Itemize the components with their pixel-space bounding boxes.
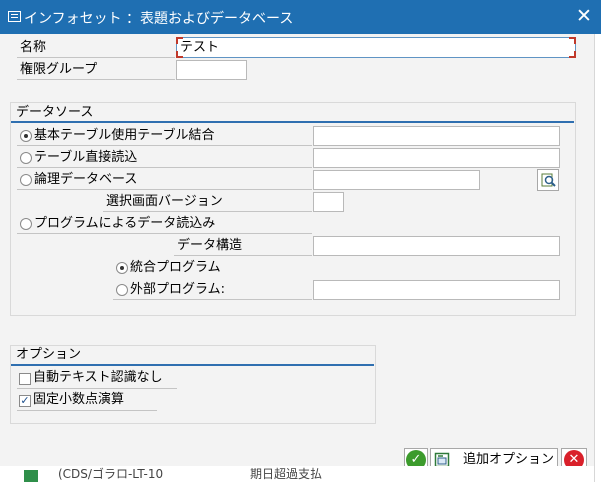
direct-table-input[interactable] [313,148,560,168]
focus-corner-tl [176,37,183,44]
data-structure-input[interactable] [313,236,560,256]
radio-direct-table-read[interactable] [20,152,32,164]
name-label: 名称 [20,40,47,55]
screen-version-input[interactable] [313,192,344,212]
name-input[interactable]: テスト [176,37,576,58]
focus-corner-tr [569,37,576,44]
radio-direct-table-read-label: テーブル直接読込 [34,150,138,165]
external-program-input[interactable] [313,280,560,300]
logical-database-input[interactable] [313,170,480,190]
radio-external-program-label: 外部プログラム: [130,282,225,297]
search-help-icon [541,173,556,187]
name-input-value: テスト [180,40,220,55]
options-title-underline [11,364,374,366]
checkbox-fixed-point[interactable]: ✓ [19,395,31,407]
radio-logical-database[interactable] [20,174,32,186]
auth-group-label: 権限グループ [20,62,98,77]
screen-version-label-cell: 選択画面バージョン [103,192,312,212]
search-help-button[interactable] [537,169,559,191]
background-row-icon [24,470,38,482]
dialog-title-bar: インフォセット ：表題およびデータベース ✕ [0,0,601,34]
background-window-edge [594,34,601,482]
radio-integrated-program[interactable] [116,262,128,274]
background-text-2: 期日超過支払 [250,467,323,481]
focus-corner-bl [176,51,183,58]
data-structure-label: データ構造 [177,238,243,253]
dialog-title: インフォセット ：表題およびデータベース [24,11,294,27]
screen-version-label: 選択画面バージョン [106,194,223,209]
checkbox-no-auto-text[interactable] [19,373,31,385]
radio-logical-database-label: 論理データベース [34,172,138,187]
window-menu-icon[interactable] [8,11,21,22]
name-label-cell: 名称 [17,38,175,58]
checkbox-fixed-point-label: 固定小数点演算 [33,392,125,407]
radio-program-read[interactable] [20,218,32,230]
checkbox-no-auto-text-label: 自動テキスト認識なし [33,370,163,385]
close-icon[interactable]: ✕ [573,5,595,27]
radio-integrated-program-label: 統合プログラム [130,260,221,275]
datasource-title: データソース [16,105,94,120]
options-title: オプション [16,347,82,362]
radio-basic-table-join-label: 基本テーブル使用テーブル結合 [34,128,215,143]
background-text: (CDS/ゴラロ-LT-10 [58,467,164,481]
background-window: (CDS/ゴラロ-LT-10 期日超過支払 [0,466,594,482]
data-structure-label-cell: データ構造 [174,236,312,256]
radio-program-read-label: プログラムによるデータ読込み [34,216,216,231]
radio-basic-table-join[interactable] [20,130,32,142]
row-divider [17,410,157,411]
auth-group-label-cell: 権限グループ [17,60,175,80]
focus-corner-br [569,51,576,58]
row-divider [17,388,177,389]
basic-table-input[interactable] [313,126,560,146]
radio-external-program[interactable] [116,284,128,296]
datasource-title-underline [11,121,574,123]
auth-group-input[interactable] [176,60,247,80]
